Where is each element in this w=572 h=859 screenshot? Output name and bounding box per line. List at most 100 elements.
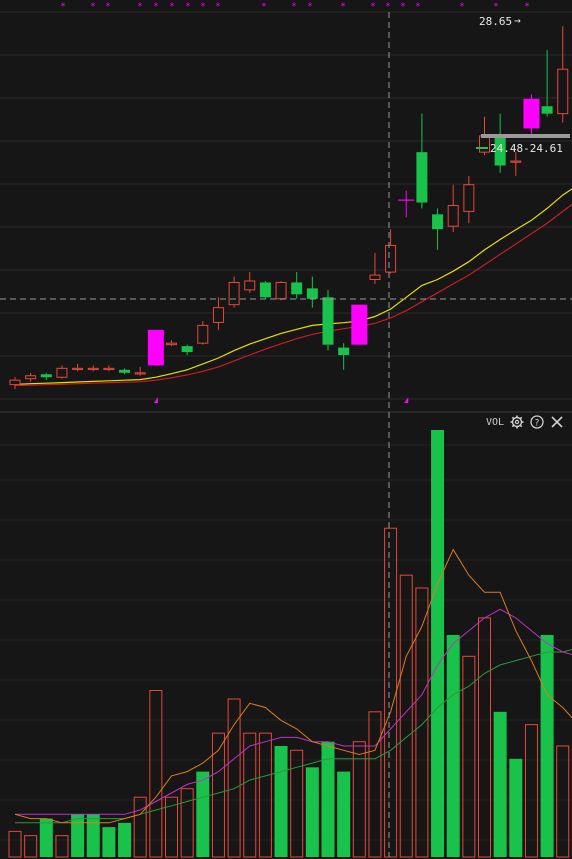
volume-bar xyxy=(446,634,460,857)
event-marker: * xyxy=(261,2,266,12)
candle-body xyxy=(40,374,52,378)
volume-bar xyxy=(39,818,53,857)
range-bar xyxy=(481,134,570,138)
top-markers: * * * * * * * * * * * * * * * * * * * * xyxy=(60,2,529,12)
candle-body xyxy=(197,324,209,344)
candle-body xyxy=(447,204,459,227)
volume-bars[interactable] xyxy=(8,430,572,858)
candle-body xyxy=(275,281,287,300)
candle-body xyxy=(398,199,415,201)
candle-body xyxy=(479,135,490,153)
volume-bar xyxy=(493,711,507,857)
event-marker: * xyxy=(459,2,464,12)
event-marker: * xyxy=(215,2,220,12)
candle-body xyxy=(103,367,115,371)
candle-body xyxy=(523,98,540,129)
bottom-markers xyxy=(153,397,409,403)
candle-body xyxy=(306,288,318,299)
event-marker: * xyxy=(400,2,405,12)
candle-body xyxy=(385,244,397,273)
volume-bar xyxy=(478,617,491,858)
volume-bar xyxy=(431,430,445,857)
volume-bar xyxy=(149,689,163,858)
question-icon[interactable]: ? xyxy=(530,415,544,429)
event-marker: * xyxy=(105,2,110,12)
candle-body xyxy=(351,304,368,345)
candle-body xyxy=(119,369,131,373)
event-marker: * xyxy=(493,2,498,12)
candle-body xyxy=(557,68,569,115)
candle-body xyxy=(212,307,224,323)
volume-bar xyxy=(118,822,132,857)
candle-body xyxy=(25,375,37,380)
candle-body xyxy=(56,367,68,378)
candle-body xyxy=(134,372,146,375)
volume-bar xyxy=(180,788,194,858)
vol-ma1-line xyxy=(14,548,572,824)
volume-bar xyxy=(384,527,398,858)
vol-panel-header: VOL ? xyxy=(486,413,564,431)
volume-bar xyxy=(415,587,429,858)
event-marker: * xyxy=(291,2,296,12)
event-marker: * xyxy=(524,2,529,12)
svg-text:?: ? xyxy=(535,418,540,428)
candlesticks[interactable] xyxy=(9,26,572,390)
event-marker: * xyxy=(340,2,345,12)
candle-body xyxy=(181,346,193,353)
volume-bar xyxy=(133,796,147,858)
candle-body xyxy=(72,367,84,371)
vol-ma3-line xyxy=(15,648,572,824)
volume-bar xyxy=(243,732,257,858)
high-price-arrow: → xyxy=(514,14,521,27)
volume-bar xyxy=(71,814,85,857)
volume-bar xyxy=(55,835,69,858)
volume-bar xyxy=(509,758,523,857)
volume-bar xyxy=(211,732,225,858)
event-marker: * xyxy=(60,2,65,12)
event-marker: * xyxy=(185,2,190,12)
event-marker: * xyxy=(169,2,174,12)
event-marker: * xyxy=(370,2,375,12)
volume-bar xyxy=(524,724,538,858)
volume-bar xyxy=(305,767,319,857)
event-marker: * xyxy=(385,2,390,12)
volume-bar xyxy=(337,771,351,857)
candle-body xyxy=(147,329,164,366)
volume-bar xyxy=(540,634,554,857)
event-marker: * xyxy=(90,2,95,12)
event-marker: * xyxy=(137,2,142,12)
volume-bar xyxy=(274,745,288,857)
close-icon[interactable] xyxy=(550,415,564,429)
candle-body xyxy=(166,342,177,346)
candle-body xyxy=(244,280,256,291)
candle-body xyxy=(322,297,334,345)
price-labels: 28.65 → 24.48-24.61 xyxy=(476,14,570,155)
event-marker: * xyxy=(415,2,420,12)
candle-body xyxy=(9,379,21,386)
candle-body xyxy=(87,367,99,371)
volume-bar xyxy=(102,827,116,857)
high-price-label: 28.65 xyxy=(479,15,512,28)
event-marker: * xyxy=(153,2,158,12)
signal-marker xyxy=(153,397,158,403)
range-price-label: 24.48-24.61 xyxy=(490,142,563,155)
candle-body xyxy=(510,160,522,163)
volume-bar xyxy=(8,830,22,858)
volume-bar xyxy=(86,814,100,857)
event-marker: * xyxy=(307,2,312,12)
candle-body xyxy=(338,347,350,356)
volume-bar xyxy=(227,698,241,858)
candle-body xyxy=(463,184,475,212)
candle-body xyxy=(541,106,553,114)
signal-marker xyxy=(404,397,409,403)
volume-bar xyxy=(24,835,38,858)
volume-bar xyxy=(196,771,210,857)
volume-ma-lines xyxy=(14,548,572,824)
candle-body xyxy=(432,214,444,230)
vol-label: VOL xyxy=(486,416,505,428)
candle-body xyxy=(291,282,303,295)
event-marker: * xyxy=(200,2,205,12)
gear-icon[interactable] xyxy=(510,415,524,429)
volume-bar xyxy=(258,732,272,858)
candle-body xyxy=(416,152,428,203)
